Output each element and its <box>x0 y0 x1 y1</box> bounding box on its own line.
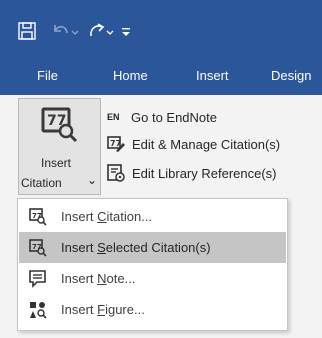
menu-item-mnemonic: C <box>97 209 107 224</box>
edit-library-icon <box>107 164 125 182</box>
endnote-badge: EN <box>107 112 120 122</box>
menu-item-text: Insert <box>61 209 98 224</box>
insert-citation-icon: 77 <box>41 107 79 148</box>
menu-item-text: Insert <box>61 240 98 255</box>
menu-item-insert-selected-citations[interactable]: 77 Insert Selected Citation(s) <box>19 232 286 263</box>
menu-item-insert-citation[interactable]: 77 Insert Citation... <box>19 201 286 232</box>
menu-item-mnemonic: N <box>97 271 107 286</box>
edit-citation-icon: 77 <box>107 135 125 153</box>
insert-citation-label-line1: Insert <box>41 156 72 170</box>
insert-selected-citation-icon: 77 <box>29 238 47 257</box>
menu-item-text-rest: itation... <box>106 209 153 224</box>
title-bar <box>0 0 322 59</box>
menu-item-insert-note[interactable]: Insert Note... <box>19 263 286 294</box>
menu-item-text: Insert <box>61 271 98 286</box>
undo-button[interactable] <box>50 20 80 42</box>
redo-button[interactable] <box>85 20 115 42</box>
insert-citation-icon: 77 <box>29 207 47 226</box>
tab-design[interactable]: Design <box>271 68 311 83</box>
save-button[interactable] <box>16 20 38 42</box>
customize-toolbar-icon <box>120 20 132 47</box>
customize-toolbar-button[interactable] <box>120 20 132 42</box>
menu-item-text-rest: elected Citation(s) <box>105 240 211 255</box>
edit-library-references-label: Edit Library Reference(s) <box>132 165 277 181</box>
tab-home[interactable]: Home <box>113 68 148 83</box>
menu-item-text-rest: ote... <box>106 271 136 286</box>
insert-note-icon <box>29 269 47 288</box>
insert-citation-label-line2: Citation <box>21 176 62 190</box>
menu-item-text: Insert <box>61 302 98 317</box>
floppy-disk-icon <box>16 20 38 47</box>
tab-insert[interactable]: Insert <box>196 68 229 83</box>
endnote-icon: EN <box>107 108 124 126</box>
edit-library-references-button[interactable]: Edit Library Reference(s) <box>107 163 277 183</box>
menu-item-text-rest: igure... <box>105 302 145 317</box>
go-to-endnote-button[interactable]: EN Go to EndNote <box>107 107 217 127</box>
chevron-down-icon: ⌄ <box>87 173 98 187</box>
tab-file[interactable]: File <box>37 68 58 83</box>
edit-manage-citations-button[interactable]: 77 Edit & Manage Citation(s) <box>107 134 280 154</box>
redo-icon <box>85 20 115 47</box>
edit-manage-citations-label: Edit & Manage Citation(s) <box>132 136 281 152</box>
insert-figure-icon <box>29 301 47 319</box>
undo-icon <box>50 20 80 47</box>
insert-citation-split-button[interactable]: 77 Insert Citation ⌄ <box>18 98 101 195</box>
go-to-endnote-label: Go to EndNote <box>131 109 217 125</box>
insert-citation-dropdown-menu: 77 Insert Citation... 77 Insert Selected… <box>17 198 288 331</box>
menu-item-mnemonic: S <box>97 240 106 255</box>
menu-item-insert-figure[interactable]: Insert Figure... <box>19 294 286 325</box>
menu-item-mnemonic: F <box>97 302 106 317</box>
svg-text:77: 77 <box>110 139 121 148</box>
